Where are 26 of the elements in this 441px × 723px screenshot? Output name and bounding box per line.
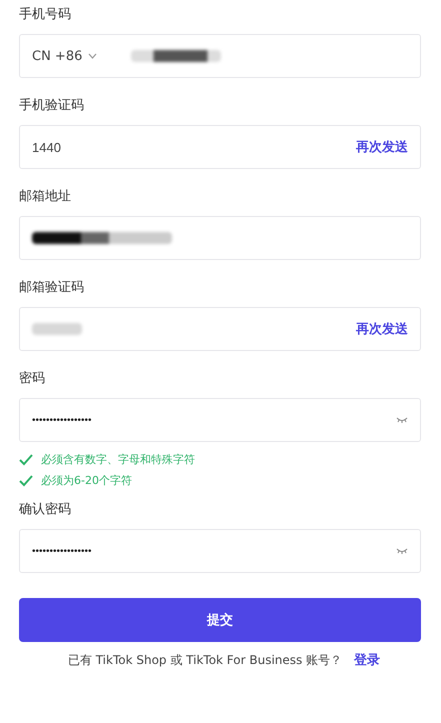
field-label: 密码 [19, 370, 46, 388]
input-field[interactable]: 1440 再次发送 [19, 125, 421, 169]
field-label: 邮箱地址 [19, 188, 72, 206]
field-value: 1440 [32, 140, 61, 154]
login-link[interactable]: 登录 [354, 651, 380, 669]
field-value: ••••••••••••••••• [32, 414, 92, 426]
eye-closed-icon [396, 547, 408, 555]
rule-text: 必须为6-20个字符 [41, 473, 132, 488]
footer-text: 已有 TikTok Shop 或 TikTok For Business 账号？ [68, 652, 342, 668]
resend-link[interactable]: 再次发送 [356, 138, 408, 156]
country-code-dropdown[interactable]: CN +86 [32, 48, 98, 64]
chevron-down-icon [88, 53, 98, 59]
field-label: 邮箱验证码 [19, 279, 85, 297]
eye-closed-icon [396, 416, 408, 424]
input-field[interactable]: ••••••••••••••••• [19, 529, 421, 573]
resend-link[interactable]: 再次发送 [356, 320, 408, 338]
input-field[interactable]: ••••••••••••••••• [19, 398, 421, 442]
input-field[interactable]: 再次发送 [19, 307, 421, 351]
input-field[interactable] [19, 216, 421, 260]
rule-text: 必须含有数字、字母和特殊字符 [41, 452, 195, 467]
submit-button[interactable]: 提交 [19, 598, 421, 642]
field-label: 手机号码 [19, 6, 72, 24]
field-label: 确认密码 [19, 501, 72, 519]
input-field[interactable]: CN +86 [19, 34, 421, 78]
field-label: 手机验证码 [19, 97, 85, 115]
field-value: ••••••••••••••••• [32, 546, 92, 556]
